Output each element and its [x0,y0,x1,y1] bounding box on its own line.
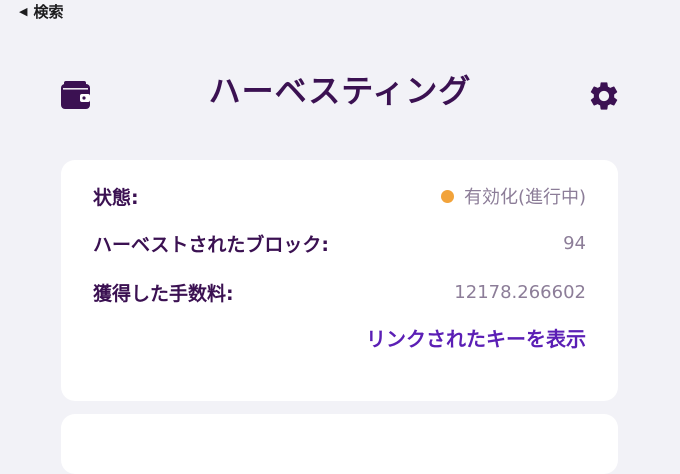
page-title: ハーベスティング [208,72,472,110]
harvested-blocks-label: ハーベストされたブロック: [93,233,329,256]
fees-earned-label: 獲得した手数料: [93,282,234,305]
back-triangle-icon: ◀ [19,4,28,18]
harvesting-info-card: 状態: 有効化(進行中) ハーベストされたブロック: 94 獲得した手数料: 1… [61,160,618,401]
settings-button[interactable] [587,79,621,113]
status-dot-icon [440,189,454,203]
back-label: 検索 [33,2,64,21]
status-value: 有効化(進行中) [440,183,586,209]
status-text: 有効化(進行中) [463,187,586,208]
harvested-blocks-row: ハーベストされたブロック: 94 [93,228,586,258]
fees-earned-value: 12178.266602 [454,281,586,303]
back-button[interactable]: ◀ 検索 [19,0,63,22]
secondary-card [61,414,618,474]
status-row: 状態: 有効化(進行中) [93,181,586,211]
show-linked-keys-link[interactable]: リンクされたキーを表示 [366,323,586,352]
gear-icon [590,82,618,110]
fees-earned-row: 獲得した手数料: 12178.266602 [93,277,586,307]
harvested-blocks-value: 94 [563,232,586,254]
status-label: 状態: [93,186,139,209]
